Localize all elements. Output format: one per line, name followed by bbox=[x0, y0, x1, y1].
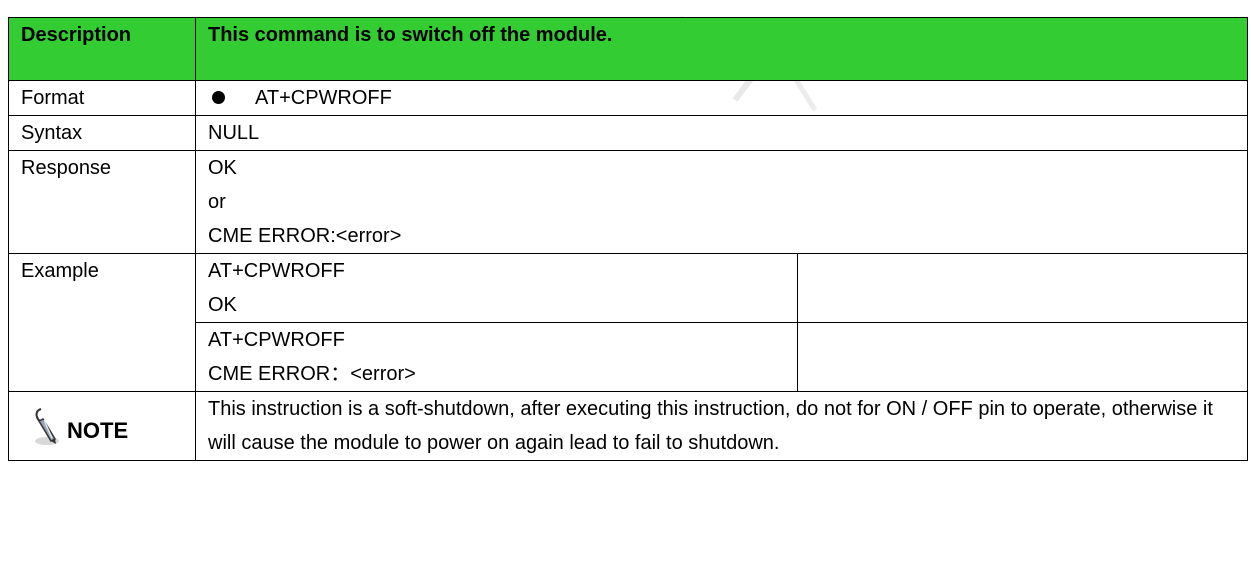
note-text: This instruction is a soft-shutdown, aft… bbox=[195, 391, 1248, 461]
format-label: Format bbox=[8, 80, 196, 116]
response-value-cell: OK or CME ERROR:<error> bbox=[195, 150, 1248, 254]
syntax-value: NULL bbox=[195, 115, 1248, 151]
bullet-icon bbox=[212, 91, 225, 105]
header-row: Description This command is to switch of… bbox=[8, 17, 1248, 81]
note-label-cell: NOTE bbox=[8, 391, 196, 461]
example-row-1: Example AT+CPWROFF OK bbox=[8, 253, 1248, 392]
syntax-label: Syntax bbox=[8, 115, 196, 151]
response-line: or bbox=[208, 191, 226, 213]
example-block-1: AT+CPWROFF OK bbox=[195, 253, 798, 323]
example-block-2: AT+CPWROFF CME ERROR：<error> bbox=[195, 322, 798, 392]
format-value: AT+CPWROFF bbox=[255, 87, 392, 109]
response-line: OK bbox=[208, 157, 237, 179]
note-label: NOTE bbox=[67, 418, 129, 443]
format-value-cell: AT+CPWROFF bbox=[195, 80, 1248, 116]
response-row: Response OK or CME ERROR:<error> bbox=[8, 150, 1248, 254]
note-pen-icon bbox=[35, 408, 59, 445]
example-block-2-note bbox=[797, 322, 1248, 392]
header-description: This command is to switch off the module… bbox=[195, 17, 1248, 81]
syntax-row: Syntax NULL bbox=[8, 115, 1248, 151]
example-line: OK bbox=[208, 294, 237, 316]
example-line: CME ERROR：<error> bbox=[208, 363, 416, 385]
header-label: Description bbox=[8, 17, 196, 81]
example-line: AT+CPWROFF bbox=[208, 260, 345, 282]
note-row: NOTE This instruction is a soft-shutdown… bbox=[8, 391, 1248, 461]
example-label: Example bbox=[8, 253, 196, 392]
format-row: Format AT+CPWROFF bbox=[8, 80, 1248, 116]
command-table: Description This command is to switch of… bbox=[8, 17, 1248, 461]
response-label: Response bbox=[8, 150, 196, 254]
example-block-1-note bbox=[797, 253, 1248, 323]
example-line: AT+CPWROFF bbox=[208, 329, 345, 351]
response-line: CME ERROR:<error> bbox=[208, 225, 402, 247]
